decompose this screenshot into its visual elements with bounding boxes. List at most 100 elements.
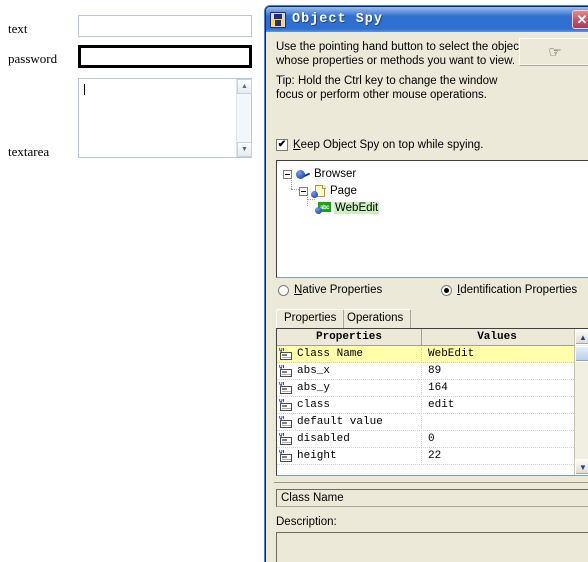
identification-properties-radio[interactable]: Identification Properties — [441, 284, 577, 296]
grid-header-values: Values — [477, 331, 517, 343]
properties-grid[interactable]: Properties Values QT Class Name WebEdit … — [276, 328, 588, 476]
instruction-line-4: focus or perform other mouse operations. — [276, 89, 487, 101]
property-icon: QT — [279, 450, 294, 463]
instruction-line-2: whose properties or methods you want to … — [276, 55, 516, 67]
property-icon: QT — [279, 416, 294, 429]
scroll-down-icon[interactable]: ▼ — [237, 142, 252, 157]
scroll-down-icon[interactable]: ▼ — [575, 459, 588, 475]
page-object-icon — [311, 184, 327, 198]
property-icon: QT — [279, 365, 294, 378]
grid-cell-property: QT abs_y — [277, 381, 422, 395]
native-properties-label: Native Properties — [294, 284, 382, 296]
property-icon: QT — [279, 348, 294, 361]
collapse-icon[interactable] — [299, 186, 308, 196]
grid-header-row: Properties Values — [277, 329, 588, 346]
property-name: Class Name — [297, 348, 364, 360]
tree-line — [291, 189, 299, 190]
ident-label-rest: dentification Properties — [460, 284, 578, 296]
pointing-hand-button[interactable]: ☞ — [519, 38, 588, 66]
grid-scrollbar[interactable]: ▲ ▼ — [574, 329, 588, 475]
property-name: height — [297, 450, 337, 462]
table-row[interactable]: QT class edit — [277, 397, 588, 414]
textarea-scrollbar[interactable]: ▲ ▼ — [236, 79, 252, 157]
tree-item-label: WebEdit — [334, 202, 380, 214]
radio-icon-selected[interactable] — [441, 284, 452, 296]
object-spy-window: Object Spy ✕ Use the pointing hand butto… — [265, 6, 588, 562]
description-label: Description: — [276, 516, 337, 528]
identification-properties-label: Identification Properties — [457, 284, 577, 296]
tree-item-label: Page — [330, 185, 357, 197]
tree-item-page[interactable]: Page — [299, 184, 357, 198]
table-row[interactable]: QT abs_x 89 — [277, 363, 588, 380]
property-icon: QT — [279, 433, 294, 446]
collapse-icon[interactable] — [283, 169, 292, 179]
scrollbar-thumb[interactable] — [575, 346, 588, 362]
grid-cell-value: 164 — [428, 382, 448, 394]
instruction-line-3: Tip: Hold the Ctrl key to change the win… — [276, 75, 498, 87]
grid-cell-property: QT disabled — [277, 432, 422, 446]
property-icon: QT — [279, 382, 294, 395]
checkbox-icon[interactable]: ✔ — [276, 139, 288, 151]
grid-cell-property: QT default value — [277, 415, 422, 429]
property-name: abs_x — [297, 365, 331, 377]
grid-cell-property: QT abs_x — [277, 364, 422, 378]
tab-properties[interactable]: Properties — [276, 309, 345, 328]
grid-cell-value: 89 — [428, 365, 442, 377]
table-row[interactable]: QT default value — [277, 414, 588, 431]
pointing-hand-icon: ☞ — [548, 43, 562, 61]
native-label-rest: ative Properties — [302, 284, 383, 296]
table-row[interactable]: QT disabled 0 — [277, 431, 588, 448]
property-name: disabled — [297, 433, 350, 445]
grid-cell-value: 22 — [428, 450, 442, 462]
grid-header-properties: Properties — [277, 329, 422, 345]
property-name: default value — [297, 416, 383, 428]
tree-item-webedit[interactable]: abc WebEdit — [315, 201, 380, 215]
keep-on-top-label: Keep Object Spy on top while spying. — [293, 139, 484, 151]
grid-cell-value: WebEdit — [428, 348, 475, 360]
object-tree[interactable]: Browser Page abc WebEdit — [276, 160, 588, 278]
instructions-text: Use the pointing hand button to select t… — [276, 40, 526, 108]
textarea-input[interactable]: ▲ ▼ — [78, 78, 252, 158]
tab-operations[interactable]: Operations — [339, 309, 412, 328]
browser-object-icon — [295, 167, 311, 181]
grid-cell-property: QT class — [277, 398, 422, 412]
password-field-label: password — [8, 51, 58, 66]
status-field: Class Name — [276, 489, 588, 507]
description-box — [276, 532, 588, 562]
tree-item-browser[interactable]: Browser — [283, 167, 356, 181]
grid-cell-property: QT Class Name — [277, 347, 422, 361]
grid-cell-value: 0 — [428, 433, 435, 445]
table-row[interactable]: QT Class Name WebEdit — [277, 346, 588, 363]
webedit-object-icon: abc — [315, 201, 331, 215]
password-input[interactable] — [78, 45, 252, 68]
property-icon: QT — [279, 399, 294, 412]
scroll-up-icon[interactable]: ▲ — [237, 79, 252, 94]
tree-item-label: Browser — [314, 168, 357, 180]
grid-cell-property: QT height — [277, 449, 422, 463]
instruction-line-1: Use the pointing hand button to select t… — [276, 41, 523, 53]
properties-mode-radio-group: Native Properties Identification Propert… — [276, 284, 588, 300]
radio-icon[interactable] — [278, 284, 289, 296]
divider — [274, 482, 588, 483]
scroll-up-icon[interactable]: ▲ — [575, 329, 588, 345]
keep-on-top-checkbox-row[interactable]: ✔ Keep Object Spy on top while spying. — [276, 139, 484, 151]
spy-tabs: Properties Operations — [276, 309, 588, 328]
tree-line — [307, 199, 315, 200]
keep-on-top-label-rest: eep Object Spy on top while spying. — [300, 139, 484, 151]
screen: text password textarea ▲ ▼ Object Spy ✕ … — [0, 0, 588, 562]
text-caret — [84, 84, 85, 95]
grid-cell-value: edit — [428, 399, 455, 411]
native-properties-radio[interactable]: Native Properties — [278, 284, 382, 296]
grid-rows: QT Class Name WebEdit QT abs_x 89 QT abs… — [277, 346, 588, 465]
window-title: Object Spy — [292, 12, 384, 27]
property-name: class — [297, 399, 331, 411]
keep-on-top-accel: K — [293, 139, 301, 151]
table-row[interactable]: QT height 22 — [277, 448, 588, 465]
close-icon[interactable]: ✕ — [572, 10, 588, 29]
object-spy-titlebar[interactable]: Object Spy ✕ — [266, 7, 588, 32]
object-spy-body: Use the pointing hand button to select t… — [266, 32, 588, 562]
table-row[interactable]: QT abs_y 164 — [277, 380, 588, 397]
textarea-field-label: textarea — [8, 144, 50, 159]
browser-page-content: text password textarea ▲ ▼ — [0, 0, 265, 562]
text-input[interactable] — [78, 15, 252, 37]
